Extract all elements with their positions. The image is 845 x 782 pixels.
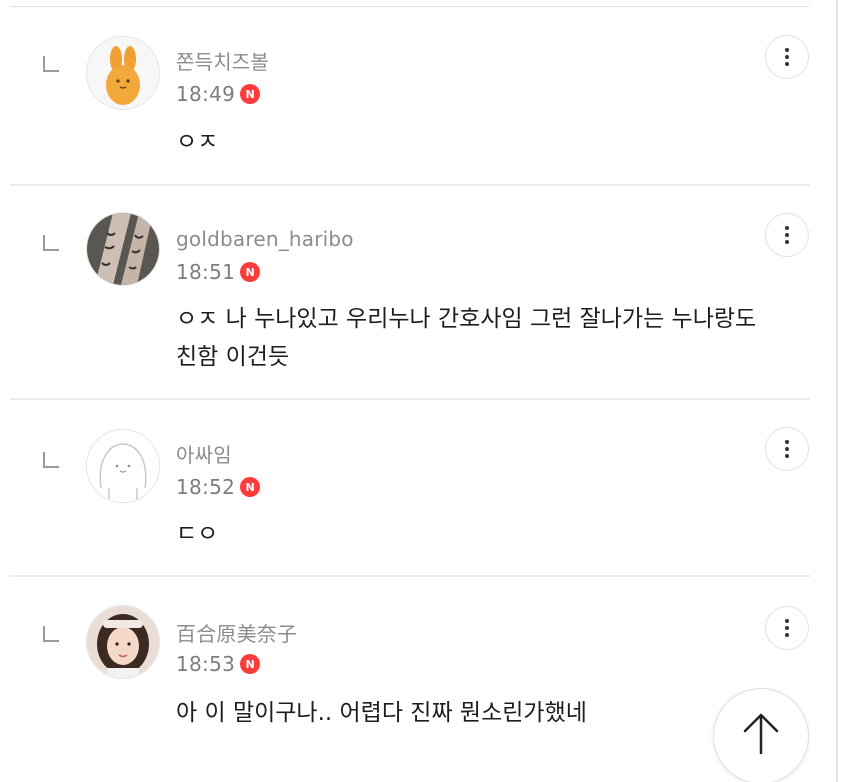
comment-text: 아 이 말이구나.. 어렵다 진짜 뭔소린가했네	[176, 700, 587, 726]
new-badge: N	[240, 262, 261, 282]
comment-meta: 18:53 N	[176, 650, 261, 678]
more-vertical-icon	[785, 619, 789, 637]
arrow-up-icon	[743, 713, 779, 755]
nickname[interactable]: 아싸임	[176, 439, 232, 468]
comment-text: ㄷㅇ	[176, 521, 219, 547]
nickname[interactable]: goldbaren_haribo	[176, 227, 354, 251]
comment-divider	[10, 398, 810, 400]
nickname[interactable]: 쫀득치즈볼	[176, 46, 269, 75]
comment-text: ㅇㅈ	[176, 129, 219, 155]
timestamp: 18:51	[176, 260, 236, 284]
more-options-button[interactable]	[765, 213, 809, 257]
comment-text: ㅇㅈ 나 누나있고 우리누나 간호사임 그런 잘나가는 누나랑도 친함 이건듯	[176, 306, 757, 370]
top-divider	[10, 6, 810, 7]
timestamp: 18:52	[176, 475, 236, 499]
more-options-button[interactable]	[765, 606, 809, 650]
avatar[interactable]	[86, 36, 160, 110]
more-vertical-icon	[785, 440, 789, 458]
reply-corner-icon	[43, 626, 59, 642]
more-options-button[interactable]	[765, 427, 809, 471]
more-vertical-icon	[785, 226, 789, 244]
comment-meta: 18:52 N	[176, 473, 261, 501]
timestamp: 18:49	[176, 82, 236, 106]
reply-corner-icon	[43, 235, 59, 251]
avatar[interactable]	[86, 212, 160, 286]
comment-thread-page: 쫀득치즈볼 18:49 N ㅇㅈ goldbaren_haribo 18:51 …	[0, 0, 845, 782]
girl-portrait-photo-icon	[87, 606, 159, 678]
default-face-avatar-icon	[87, 430, 159, 502]
avatar[interactable]	[86, 429, 160, 503]
more-options-button[interactable]	[765, 35, 809, 79]
new-badge: N	[240, 477, 261, 497]
comment-divider	[10, 575, 810, 577]
avatar[interactable]	[86, 605, 160, 679]
new-badge: N	[240, 84, 261, 104]
reply-corner-icon	[43, 56, 59, 72]
scroll-to-top-button[interactable]	[713, 688, 809, 782]
timestamp: 18:53	[176, 652, 236, 676]
comment-divider	[10, 184, 810, 186]
nickname[interactable]: 百合原美奈子	[176, 618, 297, 647]
reply-corner-icon	[43, 452, 59, 468]
orange-bunny-plush-icon	[87, 37, 159, 109]
tattooed-arm-photo-icon	[87, 213, 159, 285]
scrollbar-track	[836, 0, 838, 782]
comment-meta: 18:49 N	[176, 80, 261, 108]
more-vertical-icon	[785, 48, 789, 66]
comment-meta: 18:51 N	[176, 258, 261, 286]
new-badge: N	[240, 654, 261, 674]
